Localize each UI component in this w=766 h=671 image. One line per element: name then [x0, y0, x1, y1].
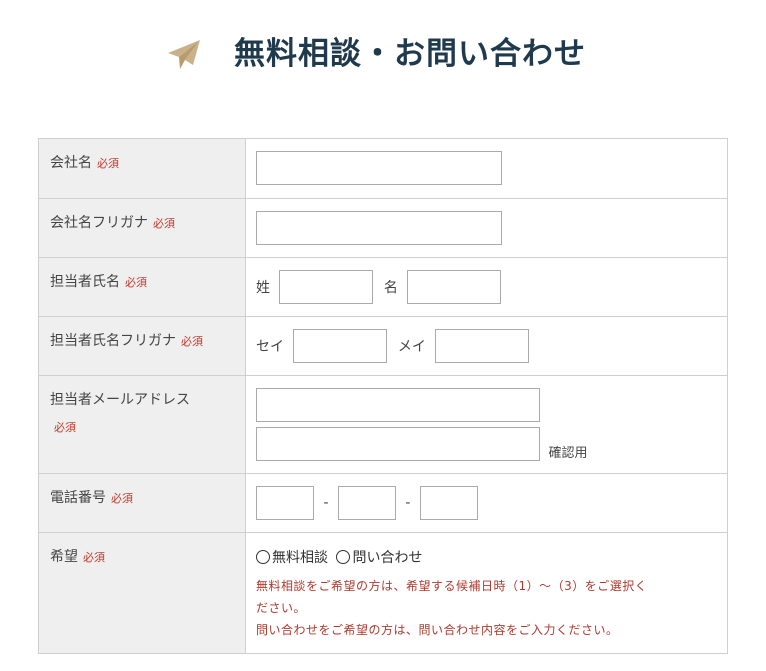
contact-form-table: 会社名 必須 会社名フリガナ 必須 担当者氏名 必須 姓 名 担当者氏名フリガナ…	[38, 138, 728, 654]
radio-inquiry-label: 問い合わせ	[352, 550, 423, 566]
required-badge: 必須	[83, 551, 105, 564]
required-badge: 必須	[111, 492, 133, 505]
field-cell: 姓 名	[245, 257, 728, 317]
phone-separator: -	[323, 495, 329, 511]
last-name-kana-input[interactable]	[293, 329, 388, 363]
paper-plane-icon	[166, 38, 202, 72]
first-name-kana-input[interactable]	[435, 329, 530, 363]
request-note: 無料相談をご希望の方は、希望する候補日時（1）～（3）をご選択く ださい。 問い…	[256, 575, 727, 641]
label-cell: 電話番号 必須	[38, 473, 246, 533]
row-email: 担当者メールアドレス 必須 確認用	[38, 375, 728, 474]
phone-label: 電話番号	[50, 490, 106, 506]
field-cell: 確認用	[245, 375, 728, 474]
phone-part1-input[interactable]	[256, 486, 314, 520]
field-cell	[245, 138, 728, 199]
phone-part3-input[interactable]	[419, 486, 478, 520]
required-badge: 必須	[97, 157, 119, 170]
page-title: 無料相談・お問い合わせ	[234, 36, 586, 72]
company-input[interactable]	[256, 151, 502, 185]
sei-label: 姓	[256, 280, 270, 296]
row-contact-name: 担当者氏名 必須 姓 名	[38, 257, 728, 317]
radio-circle-icon[interactable]	[336, 550, 351, 564]
contact-kana-label: 担当者氏名フリガナ	[50, 333, 176, 349]
required-badge: 必須	[125, 276, 147, 289]
email-confirm-input[interactable]	[256, 427, 540, 461]
last-name-input[interactable]	[279, 270, 374, 304]
label-cell: 希望 必須	[38, 532, 246, 654]
row-company: 会社名 必須	[38, 138, 728, 199]
company-label: 会社名	[50, 155, 92, 171]
radio-inquiry[interactable]: 問い合わせ	[336, 550, 422, 566]
label-cell: 会社名 必須	[38, 138, 246, 199]
request-note-line: ださい。	[256, 601, 307, 615]
phone-part2-input[interactable]	[337, 486, 396, 520]
request-note-line: 無料相談をご希望の方は、希望する候補日時（1）～（3）をご選択く	[256, 579, 648, 593]
field-cell: 無料相談 問い合わせ 無料相談をご希望の方は、希望する候補日時（1）～（3）をご…	[245, 532, 728, 654]
required-badge: 必須	[54, 421, 76, 434]
required-badge: 必須	[181, 335, 203, 348]
sei-kana-label: セイ	[256, 339, 284, 355]
required-badge: 必須	[153, 217, 175, 230]
request-note-line: 問い合わせをご希望の方は、問い合わせ内容をご入力ください。	[256, 623, 619, 637]
email-confirm-label: 確認用	[548, 446, 588, 461]
email-input[interactable]	[256, 388, 540, 422]
radio-free-consultation[interactable]: 無料相談	[256, 550, 328, 566]
row-contact-kana: 担当者氏名フリガナ 必須 セイ メイ	[38, 316, 728, 376]
label-cell: 担当者メールアドレス 必須	[38, 375, 246, 474]
contact-name-label: 担当者氏名	[50, 274, 120, 290]
row-company-kana: 会社名フリガナ 必須	[38, 198, 728, 258]
field-cell: セイ メイ	[245, 316, 728, 376]
contact-form-page: 無料相談・お問い合わせ 会社名 必須 会社名フリガナ 必須 担当者氏名 必須 姓…	[0, 0, 766, 671]
label-cell: 会社名フリガナ 必須	[38, 198, 246, 258]
field-cell: - -	[245, 473, 728, 533]
radio-circle-icon[interactable]	[256, 550, 270, 564]
email-label: 担当者メールアドレス	[50, 392, 190, 408]
company-kana-input[interactable]	[256, 211, 502, 245]
radio-free-consultation-label: 無料相談	[272, 550, 328, 566]
request-radio-group: 無料相談 問い合わせ	[256, 547, 727, 569]
request-label: 希望	[50, 549, 78, 565]
mei-label: 名	[383, 280, 398, 296]
company-kana-label: 会社名フリガナ	[50, 215, 148, 231]
phone-separator: -	[405, 495, 411, 511]
mei-kana-label: メイ	[397, 339, 426, 355]
field-cell	[245, 198, 728, 258]
page-header: 無料相談・お問い合わせ	[0, 30, 766, 78]
label-cell: 担当者氏名 必須	[38, 257, 246, 317]
row-request: 希望 必須 無料相談 問い合わせ 無料相談をご希望の方は、希望する候補日時（1）～…	[38, 532, 728, 654]
label-cell: 担当者氏名フリガナ 必須	[38, 316, 246, 376]
first-name-input[interactable]	[407, 270, 502, 304]
row-phone: 電話番号 必須 - -	[38, 473, 728, 533]
